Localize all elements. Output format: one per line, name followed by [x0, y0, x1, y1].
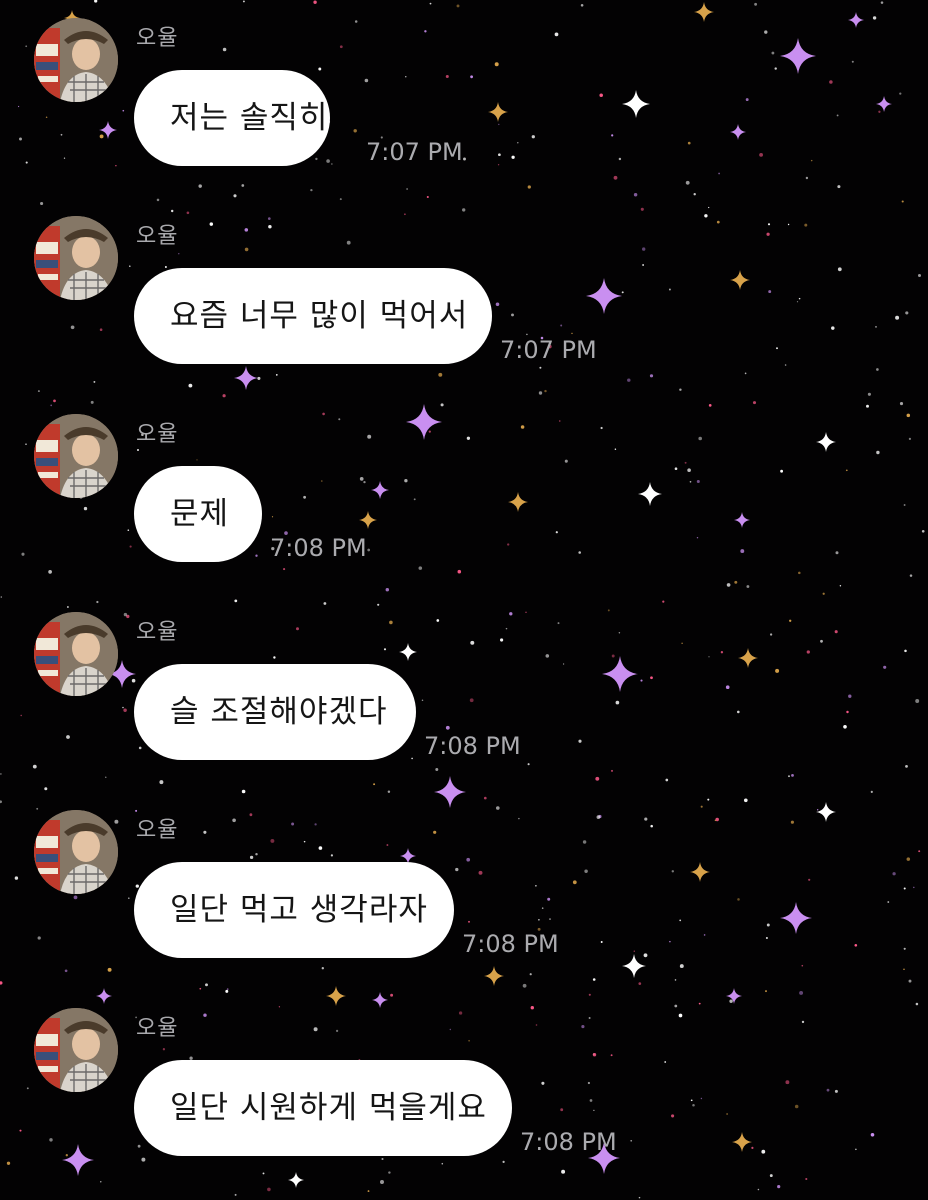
- message-timestamp: 7:08 PM: [462, 930, 559, 958]
- sender-name: 오율: [136, 1016, 179, 1041]
- sender-avatar[interactable]: [34, 612, 118, 696]
- profile-photo-icon: [34, 216, 118, 300]
- message-bubble[interactable]: 저는 솔직히: [134, 70, 330, 166]
- message-timestamp: 7:08 PM: [520, 1128, 617, 1156]
- sender-avatar[interactable]: [34, 18, 118, 102]
- profile-photo-icon: [34, 810, 118, 894]
- message-row: 오율 슬 조절해야겠다 7:08 PM: [0, 594, 928, 792]
- sender-name: 오율: [136, 26, 179, 51]
- chat-screen: 오율 저는 솔직히 7:07 PM 오율 요즘 너무 많이 먹어서 7:07 P…: [0, 0, 928, 1200]
- profile-photo-icon: [34, 414, 118, 498]
- message-row: 오율 일단 먹고 생각라자 7:08 PM: [0, 792, 928, 990]
- sender-avatar[interactable]: [34, 810, 118, 894]
- sender-avatar[interactable]: [34, 1008, 118, 1092]
- message-timestamp: 7:08 PM: [270, 534, 367, 562]
- profile-photo-icon: [34, 1008, 118, 1092]
- sender-name: 오율: [136, 422, 179, 447]
- sender-avatar[interactable]: [34, 414, 118, 498]
- message-row: 오율 일단 시원하게 먹을게요 7:08 PM: [0, 990, 928, 1188]
- sender-avatar[interactable]: [34, 216, 118, 300]
- message-row: 오율 요즘 너무 많이 먹어서 7:07 PM: [0, 198, 928, 396]
- message-bubble[interactable]: 슬 조절해야겠다: [134, 664, 416, 760]
- message-bubble[interactable]: 문제: [134, 466, 262, 562]
- message-timestamp: 7:07 PM: [366, 138, 463, 166]
- sender-name: 오율: [136, 224, 179, 249]
- message-row: 오율 문제 7:08 PM: [0, 396, 928, 594]
- message-timestamp: 7:07 PM: [500, 336, 597, 364]
- profile-photo-icon: [34, 18, 118, 102]
- message-bubble[interactable]: 일단 시원하게 먹을게요: [134, 1060, 512, 1156]
- message-bubble[interactable]: 요즘 너무 많이 먹어서: [134, 268, 492, 364]
- profile-photo-icon: [34, 612, 118, 696]
- sender-name: 오율: [136, 620, 179, 645]
- message-bubble[interactable]: 일단 먹고 생각라자: [134, 862, 454, 958]
- message-timestamp: 7:08 PM: [424, 732, 521, 760]
- message-row: 오율 저는 솔직히 7:07 PM: [0, 0, 928, 198]
- sender-name: 오율: [136, 818, 179, 843]
